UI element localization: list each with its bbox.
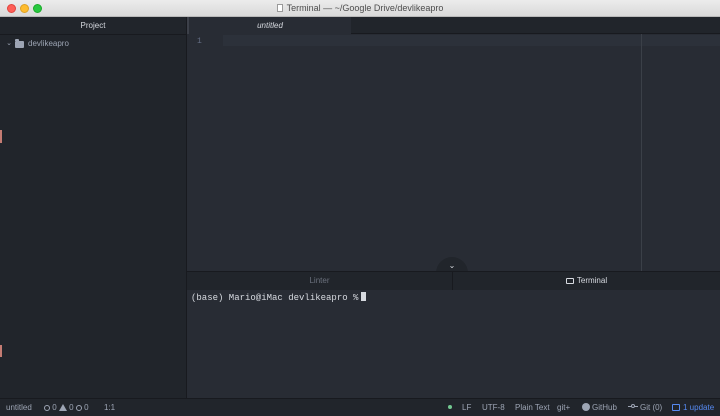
warning-count: 0 — [69, 403, 74, 412]
chevron-down-icon: ⌄ — [448, 261, 456, 270]
error-count: 0 — [52, 403, 57, 412]
bottom-panel-tabs: Linter Terminal — [187, 271, 720, 291]
tab-terminal[interactable]: Terminal — [453, 272, 720, 291]
error-icon — [44, 405, 50, 411]
tree-item-root-folder[interactable]: ⌄ devlikeapro — [0, 38, 186, 50]
sidebar-header: Project — [0, 17, 186, 35]
editor-tab-bar: untitled — [187, 17, 720, 34]
line-ending-selector[interactable]: LF — [462, 399, 471, 416]
grammar-selector[interactable]: Plain Text — [515, 399, 550, 416]
wrap-guide — [641, 34, 642, 271]
git-button[interactable]: Git (0) — [628, 399, 662, 416]
encoding-selector[interactable]: UTF-8 — [482, 399, 505, 416]
git-commit-icon — [628, 404, 638, 409]
github-icon — [582, 403, 590, 411]
update-icon — [672, 404, 680, 411]
document-icon — [276, 4, 283, 12]
github-button[interactable]: GitHub — [582, 399, 617, 416]
title-bar: Terminal — ~/Google Drive/devlikeapro — [0, 0, 720, 17]
status-dot-icon — [448, 405, 452, 409]
info-icon — [75, 405, 82, 411]
tab-linter[interactable]: Linter — [187, 272, 453, 291]
terminal-cursor — [361, 292, 367, 301]
info-count: 0 — [84, 403, 89, 412]
linter-counts[interactable]: 0 0 0 — [44, 399, 89, 416]
cursor-position[interactable]: 1:1 — [104, 399, 115, 416]
update-label: 1 update — [683, 403, 715, 412]
status-indicator — [448, 399, 452, 416]
terminal-line: (base) Mario@iMac devlikeapro % — [191, 292, 367, 303]
status-file-name[interactable]: untitled — [6, 399, 32, 416]
window-title: Terminal — ~/Google Drive/devlikeapro — [286, 3, 444, 13]
tab-terminal-label: Terminal — [576, 276, 608, 285]
status-bar: untitled 0 0 0 1:1 LF UTF-8 Plain Text g… — [0, 398, 720, 416]
line-number: 1 — [197, 37, 202, 46]
window-title-area: Terminal — ~/Google Drive/devlikeapro — [0, 0, 720, 17]
cursor-line-highlight — [223, 35, 720, 46]
project-sidebar: Project ⌄ devlikeapro — [0, 17, 187, 398]
text-editor[interactable]: 1 — [187, 34, 720, 271]
terminal-icon — [565, 278, 574, 284]
terminal-prompt: (base) Mario@iMac devlikeapro % — [191, 293, 359, 303]
left-edge-marker — [0, 345, 2, 357]
tab-untitled[interactable]: untitled — [187, 17, 351, 34]
left-edge-marker — [0, 130, 2, 143]
folder-icon — [15, 39, 24, 48]
git-label: Git (0) — [640, 403, 663, 412]
chevron-down-icon[interactable]: ⌄ — [5, 38, 13, 50]
git-plus-button[interactable]: git+ — [557, 399, 570, 416]
root-folder-label: devlikeapro — [28, 39, 69, 48]
github-label: GitHub — [592, 403, 617, 412]
update-button[interactable]: 1 update — [672, 399, 714, 416]
app-window: Terminal — ~/Google Drive/devlikeapro Pr… — [0, 0, 720, 416]
terminal-pane[interactable]: (base) Mario@iMac devlikeapro % — [187, 290, 720, 398]
warning-icon — [58, 404, 67, 411]
